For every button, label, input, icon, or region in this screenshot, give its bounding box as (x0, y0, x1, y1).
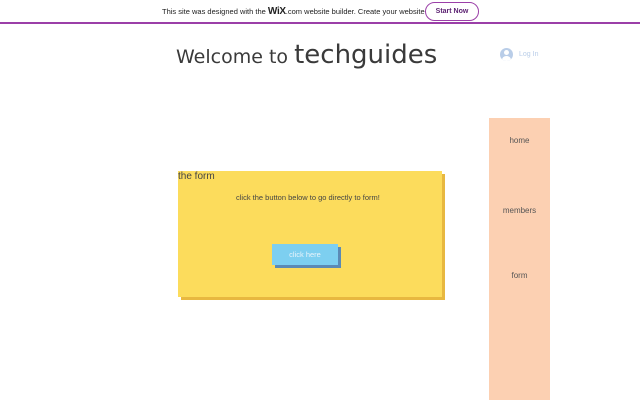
wix-promo-banner: This site was designed with the WiX.com … (0, 0, 640, 24)
wix-logo[interactable]: WiX (268, 6, 286, 17)
sidebar-item-members[interactable]: members (489, 206, 550, 215)
sidebar-item-form[interactable]: form (489, 271, 550, 280)
form-card: the form click the button below to go di… (178, 171, 442, 297)
sidebar-nav: home members form (489, 118, 550, 400)
form-card-description: click the button below to go directly to… (236, 193, 380, 202)
login-button[interactable]: Log In (500, 48, 538, 61)
wix-banner-text-before: This site was designed with the (162, 7, 268, 16)
page-title: Welcome to techguides (176, 40, 437, 70)
page-title-prefix: Welcome to (176, 46, 295, 68)
user-avatar-icon (500, 48, 513, 61)
site-name: techguides (294, 40, 438, 70)
form-card-title: the form (178, 171, 215, 182)
sidebar-item-home[interactable]: home (489, 136, 550, 145)
wix-banner-text: This site was designed with the WiX.com … (162, 7, 447, 17)
click-here-button[interactable]: click here (272, 244, 338, 265)
login-label: Log In (519, 51, 539, 58)
wix-logo-suffix: .com (285, 7, 303, 16)
start-now-button[interactable]: Start Now (425, 2, 479, 21)
